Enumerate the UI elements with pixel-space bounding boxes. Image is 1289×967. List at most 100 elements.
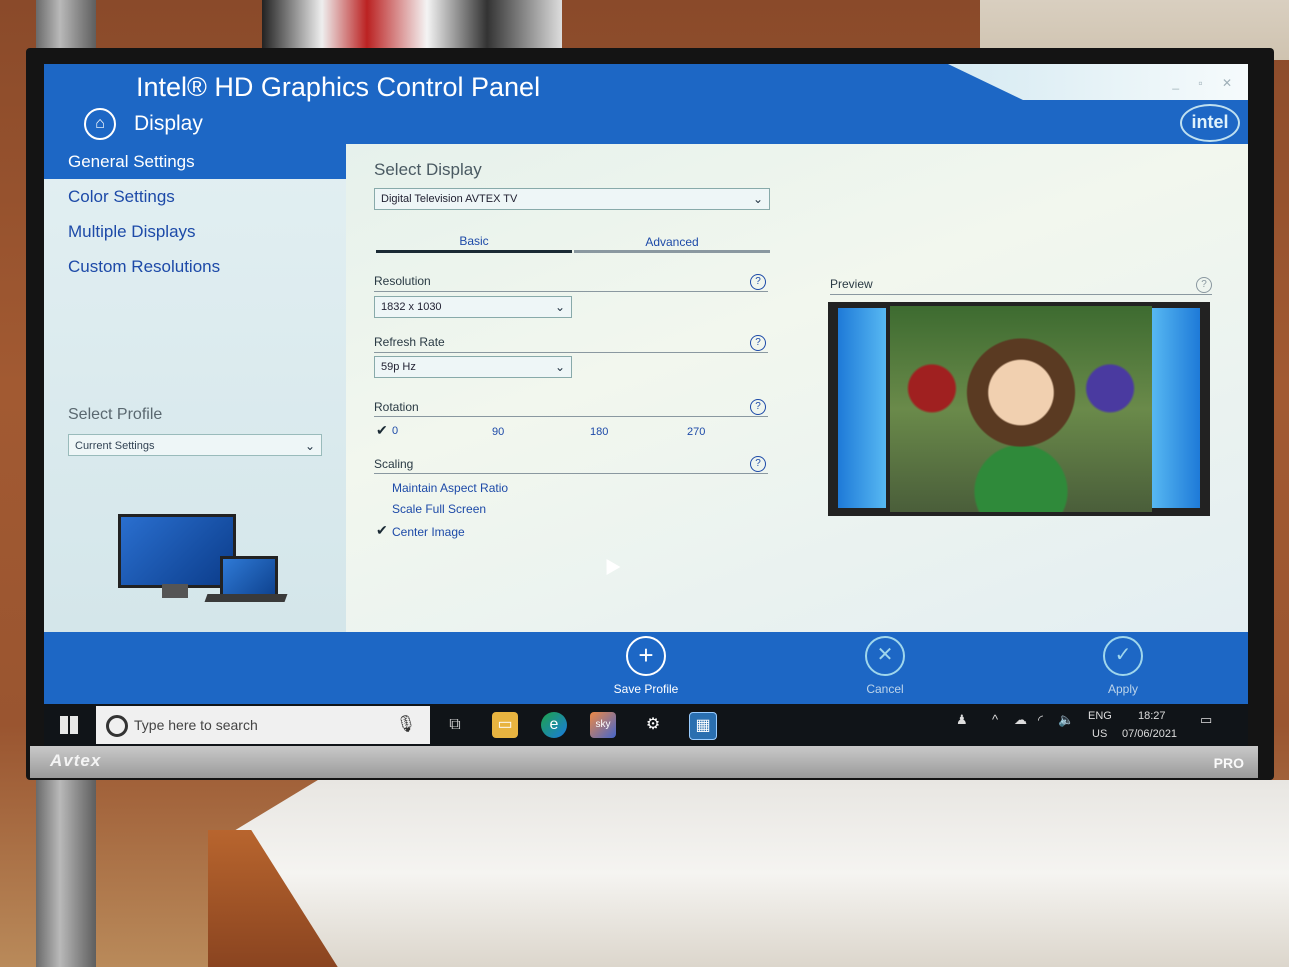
resolution-label: Resolution [374,274,431,288]
divider [374,416,768,417]
select-display-label: Select Display [374,160,482,179]
help-icon[interactable]: ? [750,335,766,351]
home-icon[interactable]: ⌂ [84,108,116,140]
cancel-label: Cancel [866,682,904,696]
intel-graphics-app-icon[interactable]: ▦ [689,712,717,740]
resolution-select[interactable]: 1832 x 1030 ⌄ [374,296,572,318]
wifi-icon[interactable]: ◜ [1038,712,1043,728]
region-indicator[interactable]: US [1092,728,1107,740]
refresh-rate-select[interactable]: 59p Hz ⌄ [374,356,572,378]
laptop-illustration-base [204,594,288,602]
help-icon[interactable]: ? [750,456,766,472]
rotation-option-90[interactable]: 90 [492,426,504,438]
rotation-option-270[interactable]: 270 [687,426,705,438]
checkmark-icon: ✔ [376,422,388,438]
scaling-option-maintain-aspect-ratio[interactable]: Maintain Aspect Ratio [392,481,508,495]
preview-left-bar [838,308,886,508]
rotation-option-180[interactable]: 180 [590,426,608,438]
display-select[interactable]: Digital Television AVTEX TV ⌄ [374,188,770,210]
edge-browser-icon[interactable]: e [541,712,567,738]
divider [374,352,768,353]
cortana-icon [106,715,128,737]
help-icon[interactable]: ? [1196,277,1212,293]
preview-right-bar [1152,308,1200,508]
taskbar: Type here to search 🎙 ⧉ ▭ e sky ⚙ ▦ ♟ ^ … [44,704,1248,746]
chevron-up-icon[interactable]: ^ [992,712,998,727]
app-header: Intel® HD Graphics Control Panel ⌂ Displ… [44,64,1248,144]
main-panel: Select Display Digital Television AVTEX … [346,144,1248,634]
rotation-label: Rotation [374,400,419,414]
action-bar: + Save Profile ✕ Cancel ✓ Apply [44,632,1248,704]
taskbar-search[interactable]: Type here to search 🎙 [96,706,430,744]
scaling-option-center-image[interactable]: Center Image [392,525,465,539]
monitor-illustration-stand [162,584,188,598]
tab-advanced-indicator [574,250,770,253]
monitor-brand-logo: Avtex [50,751,102,770]
display-preview [828,302,1210,516]
monitor-illustration [118,514,236,588]
chevron-down-icon: ⌄ [752,192,763,206]
intel-logo: intel [1180,104,1240,142]
preview-label: Preview [830,277,873,291]
save-profile-label: Save Profile [613,682,679,696]
microphone-icon[interactable]: 🎙 [396,714,416,734]
screen: Intel® HD Graphics Control Panel ⌂ Displ… [44,64,1248,746]
notification-icon[interactable]: ▭ [1200,712,1212,728]
apply-label: Apply [1107,682,1139,696]
window-controls[interactable]: _ ▫ ✕ [1172,76,1240,90]
tab-advanced[interactable]: Advanced [574,235,770,249]
scaling-option-scale-full-screen[interactable]: Scale Full Screen [392,502,486,516]
sidebar-item-color-settings[interactable]: Color Settings [44,179,346,214]
task-view-icon[interactable]: ⧉ [442,712,468,738]
wall-picture [262,0,562,48]
clock-date[interactable]: 07/06/2021 [1122,728,1177,740]
sky-app-icon[interactable]: sky [590,712,616,738]
help-icon[interactable]: ? [750,399,766,415]
help-icon[interactable]: ? [750,274,766,290]
divider [374,473,768,474]
onedrive-cloud-icon[interactable]: ☁ [1014,712,1027,728]
scaling-label: Scaling [374,457,414,471]
settings-gear-icon[interactable]: ⚙ [640,712,666,738]
windows-start-icon[interactable] [60,716,78,734]
tab-basic[interactable]: Basic [376,234,572,248]
profile-select-value: Current Settings [75,440,155,452]
sidebar-item-general-settings[interactable]: General Settings [44,144,346,179]
laptop-illustration [220,556,278,598]
divider [830,294,1212,295]
people-icon[interactable]: ♟ [956,712,968,728]
monitor-bezel: Avtex PRO [30,746,1258,778]
app-title: Intel® HD Graphics Control Panel [136,72,541,102]
speaker-icon[interactable]: 🔈 [1058,712,1074,728]
chevron-down-icon: ⌄ [304,439,315,453]
plus-icon: + [626,636,666,676]
language-indicator[interactable]: ENG [1088,710,1112,722]
refresh-rate-value: 59p Hz [381,361,416,373]
preview-image [890,306,1152,512]
checkmark-icon: ✔ [376,522,388,538]
close-icon: ✕ [865,636,905,676]
sidebar: General Settings Color Settings Multiple… [44,144,346,634]
search-placeholder: Type here to search [134,717,258,733]
checkmark-icon: ✓ [1103,636,1143,676]
apply-button[interactable]: ✓ Apply [1068,636,1178,696]
cancel-button[interactable]: ✕ Cancel [830,636,940,696]
chevron-down-icon: ⌄ [554,300,565,314]
clock-time[interactable]: 18:27 [1138,710,1166,722]
mouse-pointer-icon [599,554,621,576]
sidebar-item-multiple-displays[interactable]: Multiple Displays [44,214,346,249]
save-profile-button[interactable]: + Save Profile [591,636,701,696]
resolution-value: 1832 x 1030 [381,301,442,313]
shelf [210,780,1289,967]
control-panel-window: Intel® HD Graphics Control Panel ⌂ Displ… [44,64,1248,704]
select-profile-label: Select Profile [68,406,163,423]
rotation-option-0[interactable]: 0 [392,425,398,437]
section-title: Display [134,112,203,135]
tab-basic-indicator [376,250,572,253]
sidebar-item-custom-resolutions[interactable]: Custom Resolutions [44,249,346,284]
file-explorer-icon[interactable]: ▭ [492,712,518,738]
model-badge: PRO [1213,755,1244,771]
profile-select[interactable]: Current Settings ⌄ [68,434,322,456]
chevron-down-icon: ⌄ [554,360,565,374]
refresh-rate-label: Refresh Rate [374,335,445,349]
